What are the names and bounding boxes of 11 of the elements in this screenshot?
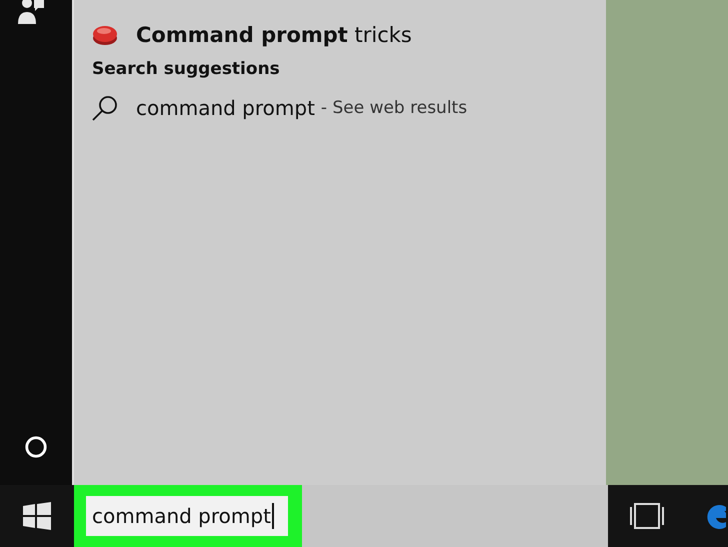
store-result[interactable]: Command prompt tricks: [92, 23, 606, 47]
section-heading: Search suggestions: [92, 59, 281, 79]
task-view-icon[interactable]: [630, 503, 664, 529]
search-field[interactable]: command prompt: [86, 496, 288, 536]
suggestion-text[interactable]: command prompt: [136, 96, 315, 120]
search-icon: [92, 95, 118, 121]
circle-icon[interactable]: [24, 435, 48, 459]
app-button-icon: [92, 23, 118, 47]
windows-icon[interactable]: [23, 502, 51, 530]
people-icon[interactable]: [18, 0, 44, 26]
suggestion-hint: - See web results: [320, 98, 468, 118]
